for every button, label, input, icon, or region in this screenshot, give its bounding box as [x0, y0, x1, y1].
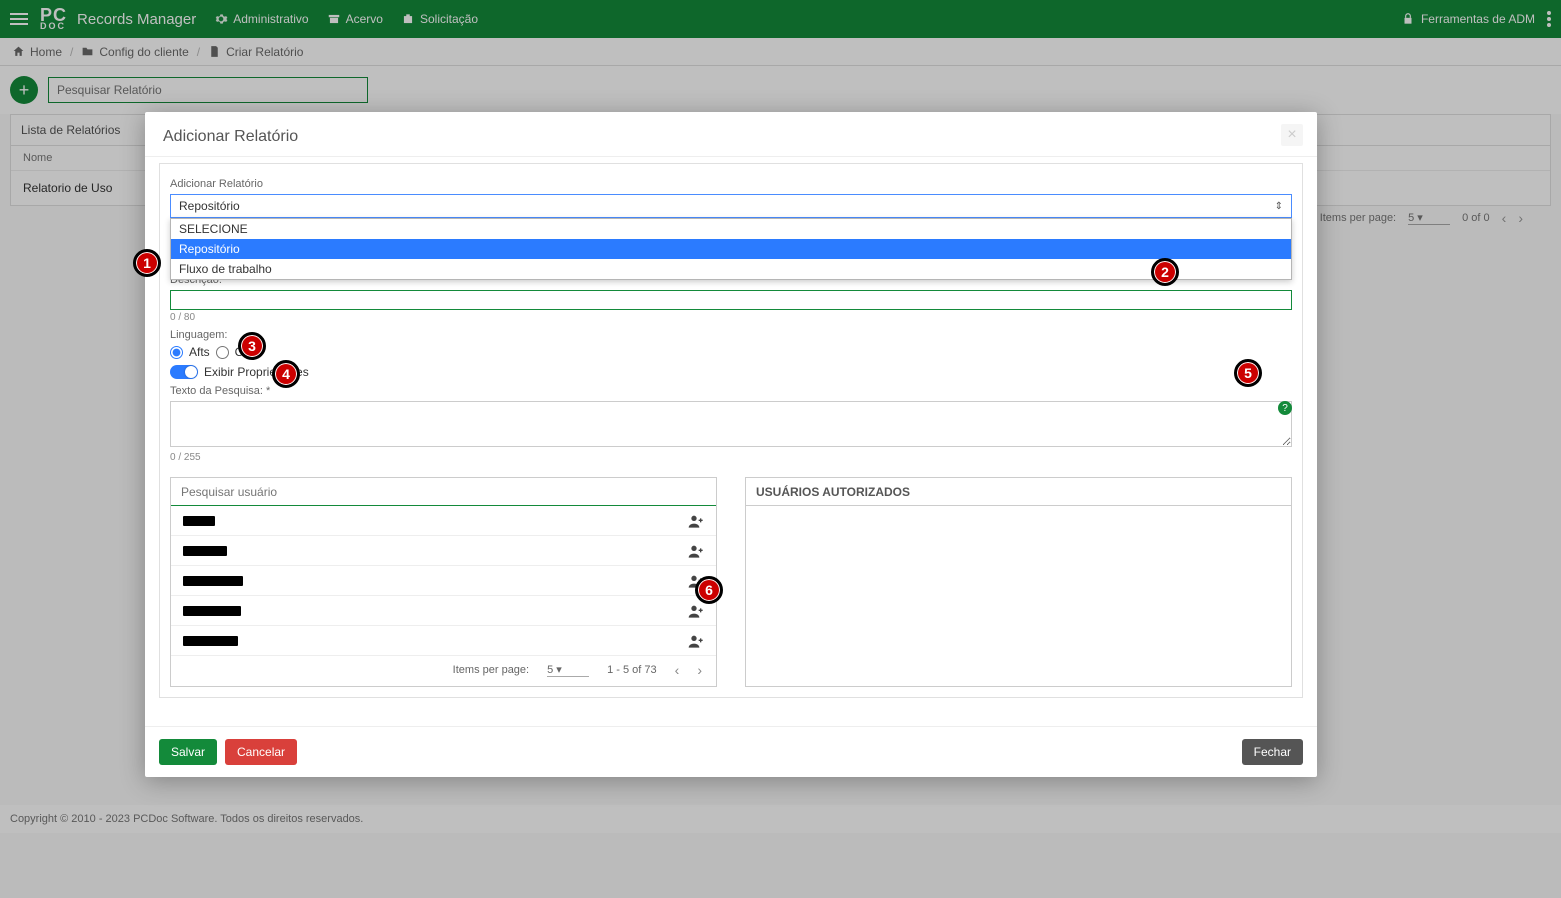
annotation-6: 6 [695, 576, 723, 604]
user-row [171, 536, 716, 566]
help-icon[interactable]: ? [1278, 401, 1292, 415]
select-value: Repositório [179, 199, 240, 213]
user-row [171, 506, 716, 536]
user-name-redacted [183, 636, 238, 646]
close-button[interactable]: Fechar [1242, 739, 1303, 765]
add-user-icon[interactable] [688, 514, 704, 528]
add-report-modal: Adicionar Relatório × Adicionar Relatóri… [145, 112, 1317, 777]
modal-footer: Salvar Cancelar Fechar [145, 726, 1317, 777]
user-row [171, 566, 716, 596]
add-user-icon[interactable] [688, 634, 704, 648]
user-row [171, 596, 716, 626]
authorized-users-box: USUÁRIOS AUTORIZADOS [745, 477, 1292, 687]
modal-close-button[interactable]: × [1281, 124, 1303, 146]
user-name-redacted [183, 546, 227, 556]
annotation-1: 1 [133, 249, 161, 277]
modal-title: Adicionar Relatório [145, 112, 1317, 156]
user-name-redacted [183, 606, 241, 616]
ipp-select[interactable]: 5 ▾ [547, 663, 589, 677]
select-option[interactable]: Fluxo de trabalho [171, 259, 1291, 279]
query-textarea[interactable] [170, 401, 1292, 447]
user-search-input[interactable] [171, 478, 716, 506]
ipp-label: Items per page: [453, 664, 529, 676]
desc-counter: 0 / 80 [170, 312, 1292, 323]
annotation-4: 4 [272, 360, 300, 388]
annotation-5: 5 [1234, 359, 1262, 387]
next-page-icon[interactable]: › [697, 662, 702, 678]
range-label: 1 - 5 of 73 [607, 664, 657, 676]
user-row [171, 626, 716, 656]
chevron-down-icon: ⇕ [1275, 201, 1283, 212]
select-option[interactable]: SELECIONE [171, 219, 1291, 239]
select-option[interactable]: Repositório [171, 239, 1291, 259]
user-pager: Items per page: 5 ▾ 1 - 5 of 73 ‹ › [171, 656, 716, 684]
description-input[interactable] [170, 290, 1292, 310]
user-search-box: Items per page: 5 ▾ 1 - 5 of 73 ‹ › [170, 477, 717, 687]
user-name-redacted [183, 516, 215, 526]
report-type-select[interactable]: Repositório ⇕ [170, 194, 1292, 218]
user-name-redacted [183, 576, 243, 586]
prev-page-icon[interactable]: ‹ [675, 662, 680, 678]
add-user-icon[interactable] [688, 544, 704, 558]
select-dropdown: SELECIONE Repositório Fluxo de trabalho [170, 218, 1292, 280]
save-button[interactable]: Salvar [159, 739, 217, 765]
authorized-title: USUÁRIOS AUTORIZADOS [746, 478, 1291, 506]
lang-label: Linguagem: [170, 329, 1292, 341]
radio-afts-label: Afts [189, 345, 210, 359]
annotation-3: 3 [238, 332, 266, 360]
radio-afts[interactable] [170, 346, 183, 359]
show-properties-toggle[interactable] [170, 365, 198, 379]
cancel-button[interactable]: Cancelar [225, 739, 297, 765]
query-label: Texto da Pesquisa: * [170, 385, 1292, 397]
query-counter: 0 / 255 [170, 452, 1292, 463]
section-label: Adicionar Relatório [170, 178, 1292, 190]
radio-cmis[interactable] [216, 346, 229, 359]
form-card: Adicionar Relatório Repositório ⇕ SELECI… [159, 163, 1303, 698]
annotation-2: 2 [1151, 258, 1179, 286]
add-user-icon[interactable] [688, 604, 704, 618]
